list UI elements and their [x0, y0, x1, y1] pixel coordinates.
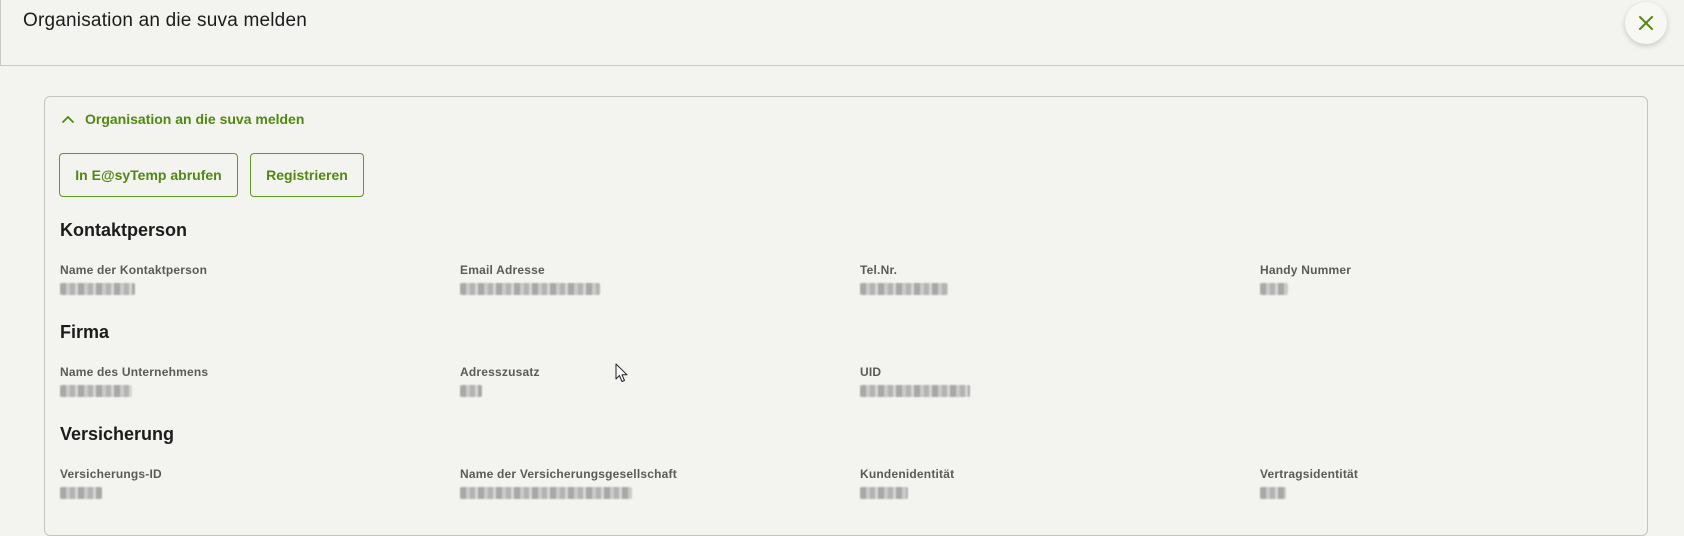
field-label: Name der Versicherungsgesellschaft	[460, 467, 677, 481]
mouse-cursor-icon	[615, 363, 628, 382]
field-value-redacted	[460, 487, 632, 499]
field-uid: UID	[860, 365, 1240, 397]
field-label: Handy Nummer	[1260, 263, 1352, 277]
field-value-redacted	[860, 283, 948, 295]
field-contact-name: Name der Kontaktperson	[60, 263, 440, 295]
field-value-redacted	[60, 385, 132, 397]
modal-title: Organisation an die suva melden	[23, 10, 307, 31]
field-label: UID	[860, 365, 882, 379]
section-title-firma: Firma	[60, 322, 110, 342]
field-value-redacted	[460, 385, 482, 397]
field-label: Email Adresse	[460, 263, 545, 277]
field-insurance-id: Versicherungs-ID	[60, 467, 440, 499]
report-panel: Organisation an die suva melden In E@syT…	[44, 96, 1648, 536]
field-address-addition: Adresszusatz	[460, 365, 840, 397]
panel-title: Organisation an die suva melden	[85, 111, 305, 127]
field-value-redacted	[60, 283, 135, 295]
field-company-name: Name des Unternehmens	[60, 365, 440, 397]
field-email: Email Adresse	[460, 263, 840, 295]
field-contract-identity: Vertragsidentität	[1260, 467, 1640, 499]
field-label: Vertragsidentität	[1260, 467, 1359, 481]
section-title-versicherung: Versicherung	[60, 424, 175, 444]
close-icon	[1639, 16, 1653, 30]
field-value-redacted	[860, 385, 970, 397]
close-button[interactable]	[1625, 2, 1667, 44]
section-title-kontaktperson: Kontaktperson	[60, 220, 188, 240]
field-label: Tel.Nr.	[860, 263, 898, 277]
field-label: Kundenidentität	[860, 467, 955, 481]
field-insurance-company: Name der Versicherungsgesellschaft	[460, 467, 840, 499]
easytemp-fetch-button[interactable]: In E@syTemp abrufen	[59, 153, 238, 197]
field-value-redacted	[60, 487, 102, 499]
field-value-redacted	[860, 487, 908, 499]
field-value-redacted	[1260, 283, 1288, 295]
field-value-redacted	[1260, 487, 1286, 499]
field-customer-identity: Kundenidentität	[860, 467, 1240, 499]
field-mobile: Handy Nummer	[1260, 263, 1640, 295]
register-button[interactable]: Registrieren	[250, 153, 364, 197]
field-label: Adresszusatz	[460, 365, 540, 379]
modal-header: Organisation an die suva melden	[0, 0, 1684, 66]
field-phone: Tel.Nr.	[860, 263, 1240, 295]
panel-toggle[interactable]: Organisation an die suva melden	[61, 111, 304, 127]
field-label: Name der Kontaktperson	[60, 263, 208, 277]
field-label: Versicherungs-ID	[60, 467, 162, 481]
field-label: Name des Unternehmens	[60, 365, 209, 379]
chevron-up-icon	[62, 116, 74, 123]
field-value-redacted	[460, 283, 600, 295]
